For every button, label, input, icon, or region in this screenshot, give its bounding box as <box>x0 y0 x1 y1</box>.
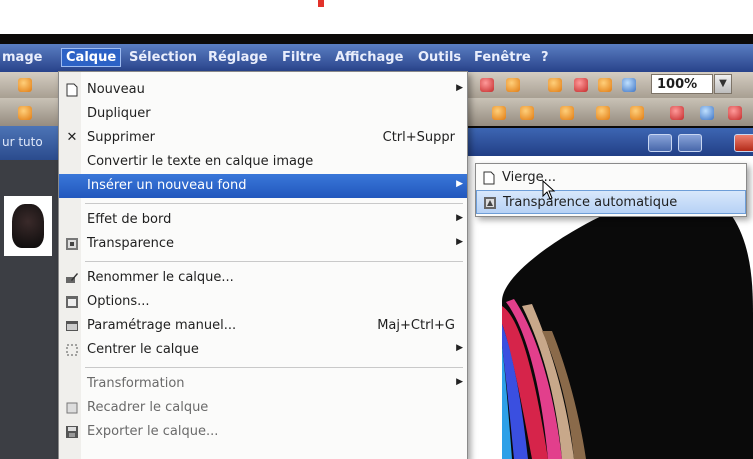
left-panel <box>0 160 58 459</box>
menu-item-parametrage-manuel[interactable]: Paramétrage manuel... Maj+Ctrl+G <box>59 314 467 338</box>
tool-icon[interactable] <box>574 78 588 92</box>
submenu-arrow-icon: ▶ <box>456 343 463 353</box>
menu-item-options[interactable]: Options... <box>59 290 467 314</box>
tool-icon[interactable] <box>18 106 32 120</box>
options-icon <box>65 295 79 309</box>
menu-separator <box>85 367 463 368</box>
submenu-arrow-icon: ▶ <box>456 213 463 223</box>
tool-icon[interactable] <box>18 78 32 92</box>
submenu-arrow-icon: ▶ <box>456 83 463 93</box>
image-window-titlebar <box>462 128 753 156</box>
tool-icon[interactable] <box>700 106 714 120</box>
menu-item-renommer[interactable]: Renommer le calque... <box>59 266 467 290</box>
tool-icon[interactable] <box>492 106 506 120</box>
menu-separator <box>85 203 463 204</box>
menu-item-inserer-nouveau-fond[interactable]: Insérer un nouveau fond ▶ <box>59 174 467 198</box>
calque-dropdown-menu: Nouveau ▶ Dupliquer ✕ Supprimer Ctrl+Sup… <box>58 71 468 459</box>
submenu-item-vierge[interactable]: Vierge... <box>476 166 746 190</box>
mouse-cursor-icon <box>542 180 556 200</box>
tool-icon[interactable] <box>506 78 520 92</box>
zoom-select[interactable]: 100% <box>651 74 713 94</box>
close-x-icon: ✕ <box>66 130 78 145</box>
manual-settings-icon <box>65 319 79 333</box>
left-panel-title-text: ur tuto <box>2 135 43 149</box>
photo-top-margin <box>0 0 753 34</box>
auto-transparency-icon <box>483 196 497 210</box>
menu-calque[interactable]: Calque <box>61 48 122 67</box>
close-window-icon[interactable] <box>734 134 753 152</box>
tool-icon[interactable] <box>560 106 574 120</box>
menu-item-centrer-calque[interactable]: Centrer le calque ▶ <box>59 338 467 362</box>
red-annotation-mark <box>318 0 324 7</box>
center-icon <box>65 343 79 357</box>
tool-icon[interactable] <box>622 78 636 92</box>
tool-icon[interactable] <box>670 106 684 120</box>
menu-reglage[interactable]: Réglage <box>208 50 267 65</box>
submenu-arrow-icon: ▶ <box>456 377 463 387</box>
background-submenu: Vierge... Transparence automatique <box>475 163 747 217</box>
menu-fenetre[interactable]: Fenêtre <box>474 50 531 65</box>
menu-help[interactable]: ? <box>541 50 549 65</box>
menu-item-effet-de-bord[interactable]: Effet de bord ▶ <box>59 208 467 232</box>
menu-item-transparence[interactable]: Transparence ▶ <box>59 232 467 256</box>
transparency-icon <box>65 237 79 251</box>
tool-icon[interactable] <box>548 78 562 92</box>
crop-icon <box>65 401 79 415</box>
submenu-arrow-icon: ▶ <box>456 179 463 189</box>
menu-selection[interactable]: Sélection <box>129 50 197 65</box>
menu-item-exporter[interactable]: Exporter le calque... <box>59 420 467 444</box>
blank-page-icon <box>482 171 496 185</box>
image-thumbnail[interactable] <box>4 196 52 256</box>
tool-icon[interactable] <box>480 78 494 92</box>
left-panel-title: ur tuto <box>0 126 58 160</box>
rename-pencil-icon <box>65 271 79 285</box>
tool-icon[interactable] <box>598 78 612 92</box>
maximize-icon[interactable] <box>678 134 702 152</box>
tool-icon[interactable] <box>596 106 610 120</box>
menu-separator <box>85 261 463 262</box>
submenu-item-transparence-automatique[interactable]: Transparence automatique <box>476 190 746 214</box>
tool-icon[interactable] <box>728 106 742 120</box>
menu-image[interactable]: mage <box>2 50 42 65</box>
menu-item-recadrer[interactable]: Recadrer le calque <box>59 396 467 420</box>
tool-icon[interactable] <box>520 106 534 120</box>
submenu-arrow-icon: ▶ <box>456 237 463 247</box>
save-disk-icon <box>65 425 79 439</box>
minimize-icon[interactable] <box>648 134 672 152</box>
menu-affichage[interactable]: Affichage <box>335 50 403 65</box>
menu-item-nouveau[interactable]: Nouveau ▶ <box>59 78 467 102</box>
menu-item-convertir-texte[interactable]: Convertir le texte en calque image <box>59 150 467 174</box>
menu-item-supprimer[interactable]: ✕ Supprimer Ctrl+Suppr <box>59 126 467 150</box>
tool-icon[interactable] <box>630 106 644 120</box>
zoom-dropdown-arrow-icon[interactable]: ▼ <box>714 74 732 94</box>
screen: mage Calque Sélection Réglage Filtre Aff… <box>0 0 753 459</box>
menu-item-transformation[interactable]: Transformation ▶ <box>59 372 467 396</box>
menu-filtre[interactable]: Filtre <box>282 50 321 65</box>
menu-bar: mage Calque Sélection Réglage Filtre Aff… <box>0 44 753 72</box>
thumbnail-picture <box>12 204 44 248</box>
menu-item-dupliquer[interactable]: Dupliquer <box>59 102 467 126</box>
menu-outils[interactable]: Outils <box>418 50 461 65</box>
new-page-icon <box>65 83 79 97</box>
